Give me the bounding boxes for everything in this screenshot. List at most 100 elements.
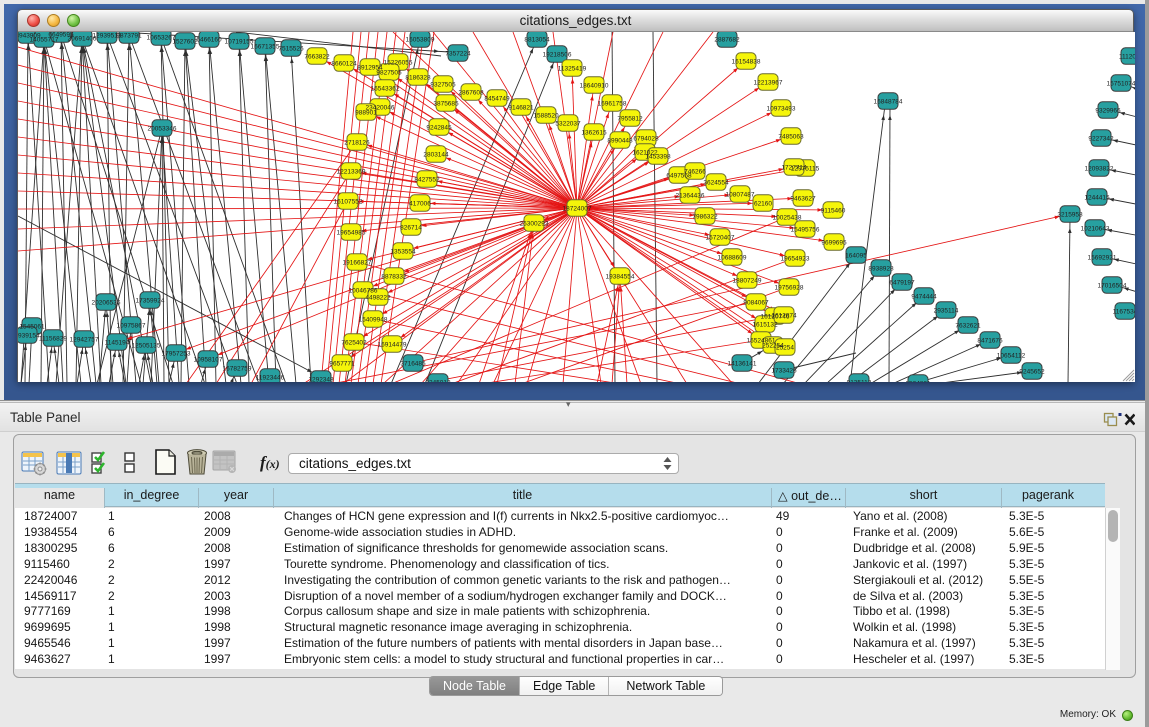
svg-text:1353554: 1353554 <box>390 249 416 256</box>
svg-text:9245652: 9245652 <box>1019 369 1045 376</box>
svg-text:417006: 417006 <box>409 201 431 208</box>
svg-text:17957253: 17957253 <box>162 351 191 358</box>
svg-text:4498222: 4498222 <box>365 295 391 302</box>
svg-text:9115460: 9115460 <box>821 208 846 215</box>
svg-text:1612074: 1612074 <box>771 313 797 320</box>
svg-text:9327505: 9327505 <box>430 82 456 89</box>
svg-text:15751074: 15751074 <box>1107 81 1135 88</box>
svg-text:25254: 25254 <box>776 345 794 352</box>
svg-text:10973493: 10973493 <box>767 106 796 113</box>
svg-text:9245012: 9245012 <box>425 380 451 383</box>
svg-text:7357224: 7357224 <box>445 51 471 58</box>
svg-text:17016504: 17016504 <box>1098 283 1127 290</box>
svg-text:10046786: 10046786 <box>349 288 378 295</box>
svg-text:10807487: 10807487 <box>726 192 755 199</box>
svg-text:21364436: 21364436 <box>676 193 705 200</box>
svg-text:16543362: 16543362 <box>371 86 400 93</box>
svg-text:8471676: 8471676 <box>977 338 1003 345</box>
svg-text:5322037: 5322037 <box>555 121 581 128</box>
svg-text:14136141: 14136141 <box>728 361 757 368</box>
svg-text:9329966: 9329966 <box>1095 108 1121 115</box>
svg-text:1112074: 1112074 <box>1119 54 1135 61</box>
svg-text:12505135: 12505135 <box>132 343 161 350</box>
svg-text:10688609: 10688609 <box>718 255 747 262</box>
svg-text:16961758: 16961758 <box>598 101 627 108</box>
svg-text:8186328: 8186328 <box>405 75 431 82</box>
svg-text:18640910: 18640910 <box>580 83 609 90</box>
svg-text:8878332: 8878332 <box>381 274 407 281</box>
svg-text:10958107: 10958107 <box>194 357 223 364</box>
svg-text:17359924: 17359924 <box>136 298 165 305</box>
svg-text:62160: 62160 <box>754 201 772 208</box>
svg-text:10719155: 10719155 <box>225 39 254 46</box>
svg-text:3624554: 3624554 <box>703 180 729 187</box>
svg-text:9135113: 9135113 <box>847 380 872 383</box>
svg-text:8990448: 8990448 <box>607 138 633 145</box>
svg-text:1244415: 1244415 <box>1084 195 1110 202</box>
svg-text:16914479: 16914479 <box>378 342 407 349</box>
svg-text:7986322: 7986322 <box>692 214 718 221</box>
svg-text:1167534: 1167534 <box>1113 309 1135 316</box>
svg-text:15720407: 15720407 <box>706 235 735 242</box>
svg-text:20053346: 20053346 <box>148 126 177 133</box>
svg-text:8938928: 8938928 <box>868 266 894 273</box>
svg-text:2803144: 2803144 <box>423 152 449 159</box>
svg-text:9463627: 9463627 <box>790 196 816 203</box>
svg-text:16782759: 16782759 <box>223 366 252 373</box>
svg-text:9657771: 9657771 <box>329 361 355 368</box>
svg-text:1292348: 1292348 <box>308 377 334 383</box>
svg-text:12213967: 12213967 <box>754 80 783 87</box>
svg-text:10654112: 10654112 <box>997 353 1026 360</box>
svg-text:1362615: 1362615 <box>581 130 607 137</box>
svg-text:9242845: 9242845 <box>426 125 452 132</box>
svg-text:11923446: 11923446 <box>256 375 285 382</box>
svg-text:2867608: 2867608 <box>458 90 484 97</box>
svg-text:3716485: 3716485 <box>400 361 426 368</box>
svg-text:1527602: 1527602 <box>172 39 198 46</box>
svg-text:988901: 988901 <box>355 110 377 117</box>
svg-text:15692921: 15692921 <box>1088 255 1117 262</box>
svg-text:7663822: 7663822 <box>304 54 330 61</box>
svg-text:11325419: 11325419 <box>558 66 587 73</box>
svg-text:746266: 746266 <box>684 169 706 176</box>
svg-text:1727714: 1727714 <box>781 165 807 172</box>
svg-text:19384554: 19384554 <box>606 274 635 281</box>
svg-text:12093822: 12093822 <box>1085 166 1114 173</box>
svg-text:2718126: 2718126 <box>344 140 370 147</box>
svg-text:3215958: 3215958 <box>1057 212 1083 219</box>
svg-text:164095: 164095 <box>845 253 867 260</box>
svg-text:1939154: 1939154 <box>18 333 40 340</box>
svg-text:25300293: 25300293 <box>520 221 549 228</box>
svg-text:1545061: 1545061 <box>19 324 45 331</box>
svg-text:9146821: 9146821 <box>508 105 534 112</box>
svg-text:8660124: 8660124 <box>331 61 357 68</box>
svg-text:7632621: 7632621 <box>955 323 981 330</box>
svg-text:15409948: 15409948 <box>359 317 388 324</box>
svg-text:6524861: 6524861 <box>905 381 931 383</box>
svg-text:19166827: 19166827 <box>343 260 372 267</box>
svg-text:9084067: 9084067 <box>743 300 769 307</box>
svg-text:8454749: 8454749 <box>484 96 510 103</box>
svg-text:10025438: 10025438 <box>773 215 802 222</box>
svg-text:1145194: 1145194 <box>105 340 130 347</box>
svg-text:10975867: 10975867 <box>117 323 146 330</box>
svg-text:1615132: 1615132 <box>752 322 778 329</box>
svg-text:18724007: 18724007 <box>563 206 592 213</box>
svg-text:10210643: 10210643 <box>1081 226 1110 233</box>
svg-text:7515526: 7515526 <box>278 46 304 53</box>
svg-text:19756928: 19756928 <box>775 285 804 292</box>
svg-text:826714: 826714 <box>400 225 422 232</box>
svg-text:19654923: 19654923 <box>781 256 810 263</box>
svg-text:19218506: 19218506 <box>543 52 572 59</box>
svg-text:11156829: 11156829 <box>39 336 67 343</box>
svg-text:16107552: 16107552 <box>334 199 363 206</box>
svg-text:9873791: 9873791 <box>116 33 142 40</box>
svg-text:16848784: 16848784 <box>874 99 903 106</box>
svg-text:9227342: 9227342 <box>1088 136 1114 143</box>
svg-text:7485063: 7485063 <box>778 134 804 141</box>
svg-text:6479197: 6479197 <box>889 280 915 287</box>
svg-text:8427552: 8427552 <box>414 177 440 184</box>
svg-text:3875685: 3875685 <box>433 101 459 108</box>
svg-text:16053809: 16053809 <box>406 37 435 44</box>
svg-text:15226055: 15226055 <box>384 60 413 67</box>
